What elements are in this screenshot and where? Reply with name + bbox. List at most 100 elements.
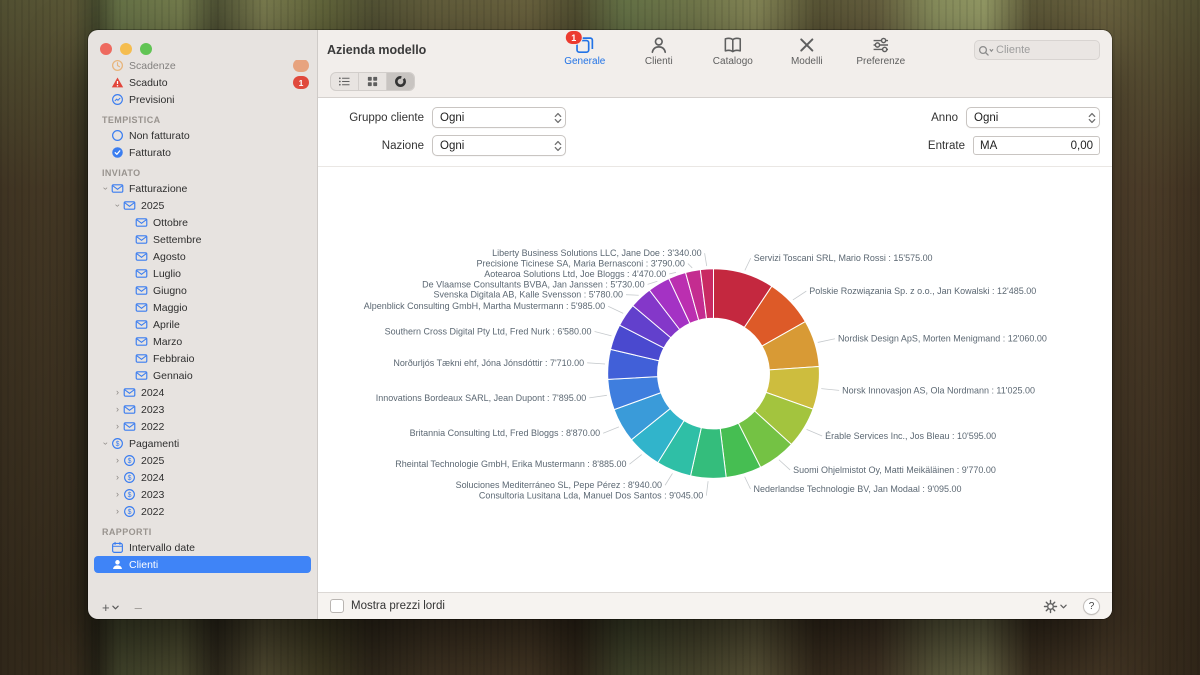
sidebar-item-label: Aprile [153,319,180,331]
sidebar-item-2025[interactable]: ›2025 [94,197,311,214]
sidebar-item-2023[interactable]: ›2023 [94,401,311,418]
view-mode-list[interactable] [331,73,358,90]
sidebar-item-intervallo-date[interactable]: Intervallo date [94,539,311,556]
disclosure-collapsed-icon[interactable]: › [112,507,123,516]
search-input[interactable] [994,43,1096,57]
envelope-icon [135,284,148,297]
tab-clienti[interactable]: Clienti [629,35,689,67]
remove-button[interactable]: – [135,600,142,615]
sidebar-item-2024[interactable]: ›2024 [94,469,311,486]
envelope-icon [135,301,148,314]
sidebar-item-gennaio[interactable]: Gennaio [94,367,311,384]
nation-select[interactable]: Ogni [432,135,566,156]
disclosure-collapsed-icon[interactable]: › [112,456,123,465]
sidebar-item-fatturazione[interactable]: ›Fatturazione [94,180,311,197]
sidebar-item-previsioni[interactable]: Previsioni [94,91,311,108]
customer-group-select[interactable]: Ogni [432,107,566,128]
disclosure-collapsed-icon[interactable]: › [112,422,123,431]
sidebar-item-2024[interactable]: ›2024 [94,384,311,401]
chevron-down-icon [1060,603,1067,610]
chart-label: Innovations Bordeaux SARL, Jean Dupont :… [376,393,587,403]
sidebar-item-2023[interactable]: ›2023 [94,486,311,503]
sidebar-list: ScadenzeScaduto1PrevisioniTEMPISTICANon … [88,60,317,595]
chart-callout-line [745,477,751,489]
disclosure-expanded-icon[interactable]: › [101,438,110,449]
chart-label: Servizi Toscani SRL, Mario Rossi : 15'57… [754,253,933,263]
action-menu-button[interactable] [1043,599,1067,614]
chart-label: De Vlaamse Consultants BVBA, Jan Janssen… [422,279,644,289]
sidebar-item-maggio[interactable]: Maggio [94,299,311,316]
catalog-icon [723,35,743,55]
chart-label: Polskie Rozwiązania Sp. z o.o., Jan Kowa… [809,286,1036,296]
disclosure-collapsed-icon[interactable]: › [112,388,123,397]
tab-generale[interactable]: 1Generale [555,35,615,67]
disclosure-collapsed-icon[interactable]: › [112,490,123,499]
sidebar-item-label: 2025 [141,455,164,467]
chart-label: Southern Cross Digital Pty Ltd, Fred Nur… [385,326,592,336]
sidebar-section-title: INVIATO [102,168,317,178]
customer-group-label: Gruppo cliente [332,112,424,124]
sidebar-item-clienti[interactable]: Clienti [94,556,311,573]
bottom-bar: Mostra prezzi lordi ? [318,592,1112,619]
tab-label: Clienti [645,56,673,67]
sidebar-item-pagamenti[interactable]: ›Pagamenti [94,435,311,452]
chart-callout-line [608,306,623,313]
clock-icon [111,60,124,72]
sidebar-item-luglio[interactable]: Luglio [94,265,311,282]
tab-catalogo[interactable]: Catalogo [703,35,763,67]
disclosure-expanded-icon[interactable]: › [113,200,122,211]
sidebar-item-fatturato[interactable]: Fatturato [94,144,311,161]
add-button[interactable]: + [102,600,119,615]
revenue-prefix: MA [980,140,997,152]
person-icon [111,558,124,571]
templates-icon [797,35,817,55]
envelope-icon [135,233,148,246]
envelope-icon [123,420,136,433]
sidebar-item-2022[interactable]: ›2022 [94,418,311,435]
zoom-window-button[interactable] [140,43,152,55]
view-mode-chart[interactable] [386,73,414,90]
sidebar-item-agosto[interactable]: Agosto [94,248,311,265]
sidebar-item-aprile[interactable]: Aprile [94,316,311,333]
disclosure-expanded-icon[interactable]: › [101,183,110,194]
disclosure-collapsed-icon[interactable]: › [112,405,123,414]
sidebar-item-label: Settembre [153,234,201,246]
customer-group-value: Ogni [440,112,464,124]
payment-icon [111,437,124,450]
chart-label: Aotearoa Solutions Ltd, Joe Bloggs : 4'4… [484,269,666,279]
sidebar-item-scadenze[interactable]: Scadenze [94,60,311,74]
tab-preferenze[interactable]: Preferenze [851,35,911,67]
search-field[interactable] [974,40,1100,60]
close-window-button[interactable] [100,43,112,55]
sidebar-item-ottobre[interactable]: Ottobre [94,214,311,231]
gross-prices-checkbox[interactable] [330,599,344,613]
revenue-filter: Entrate MA 0,00 [928,136,1100,155]
chart-callout-line [630,455,642,465]
chart-label: Suomi Ohjelmistot Oy, Matti Meikäläinen … [793,465,996,475]
chart-callout-line [603,427,619,433]
sidebar-item-settembre[interactable]: Settembre [94,231,311,248]
sidebar-item-febbraio[interactable]: Febbraio [94,350,311,367]
revenue-label: Entrate [928,140,965,152]
chart-label: Rheintal Technologie GmbH, Erika Musterm… [395,459,626,469]
tab-modelli[interactable]: Modelli [777,35,837,67]
sidebar-item-2022[interactable]: › 2022 [94,503,311,520]
chart-callout-line [706,481,708,495]
year-select[interactable]: Ogni [966,107,1100,128]
sidebar-item-scaduto[interactable]: Scaduto1 [94,74,311,91]
help-button[interactable]: ? [1083,598,1100,615]
sidebar-item-2025[interactable]: › 2025 [94,452,311,469]
minimize-window-button[interactable] [120,43,132,55]
disclosure-collapsed-icon[interactable]: › [112,473,123,482]
toolbar-tabs: 1Generale Clienti Catalogo Modelli Preferenz… [555,35,911,67]
revenue-field[interactable]: MA 0,00 [973,136,1100,155]
view-mode-grid[interactable] [358,73,386,90]
chart-callout-line [818,339,835,343]
chart-callout-line [705,253,707,266]
sidebar-item-non-fatturato[interactable]: Non fatturato [94,127,311,144]
sidebar-item-marzo[interactable]: Marzo [94,333,311,350]
sidebar-item-label: 2022 [141,506,164,518]
circle-icon [111,129,124,142]
sidebar-item-giugno[interactable]: Giugno [94,282,311,299]
preferences-icon [871,35,891,55]
